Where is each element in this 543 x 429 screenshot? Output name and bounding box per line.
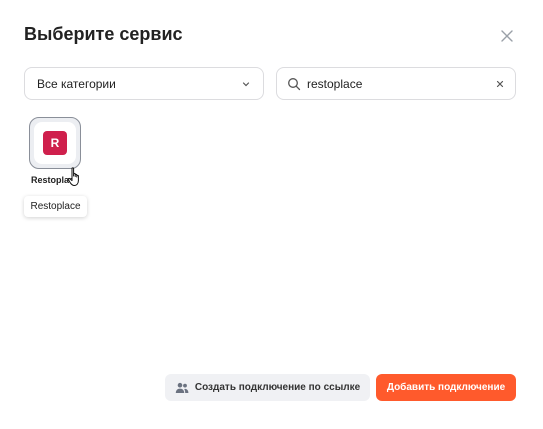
category-select[interactable]: Все категории (24, 67, 264, 100)
create-link-connection-button[interactable]: Создать подключение по ссылке (165, 374, 370, 401)
chevron-down-icon (242, 81, 250, 86)
search-box (276, 67, 516, 100)
service-logo: R (43, 131, 67, 155)
service-card-inner: R (34, 122, 76, 164)
category-select-value: Все категории (37, 76, 116, 91)
close-icon[interactable] (498, 27, 516, 45)
search-icon (288, 77, 301, 90)
hand-pointer-icon (67, 167, 79, 186)
create-link-connection-label: Создать подключение по ссылке (194, 382, 361, 393)
add-connection-button[interactable]: Добавить подключение (376, 374, 516, 401)
clear-icon[interactable] (495, 79, 505, 89)
select-service-dialog: Выберите сервис Все категории R Restopla… (0, 0, 543, 429)
service-card-restoplace[interactable]: R (29, 117, 81, 169)
service-tooltip: Restoplace (24, 196, 87, 217)
search-input[interactable] (307, 76, 495, 91)
dialog-title: Выберите сервис (24, 24, 183, 44)
users-icon (175, 382, 189, 393)
